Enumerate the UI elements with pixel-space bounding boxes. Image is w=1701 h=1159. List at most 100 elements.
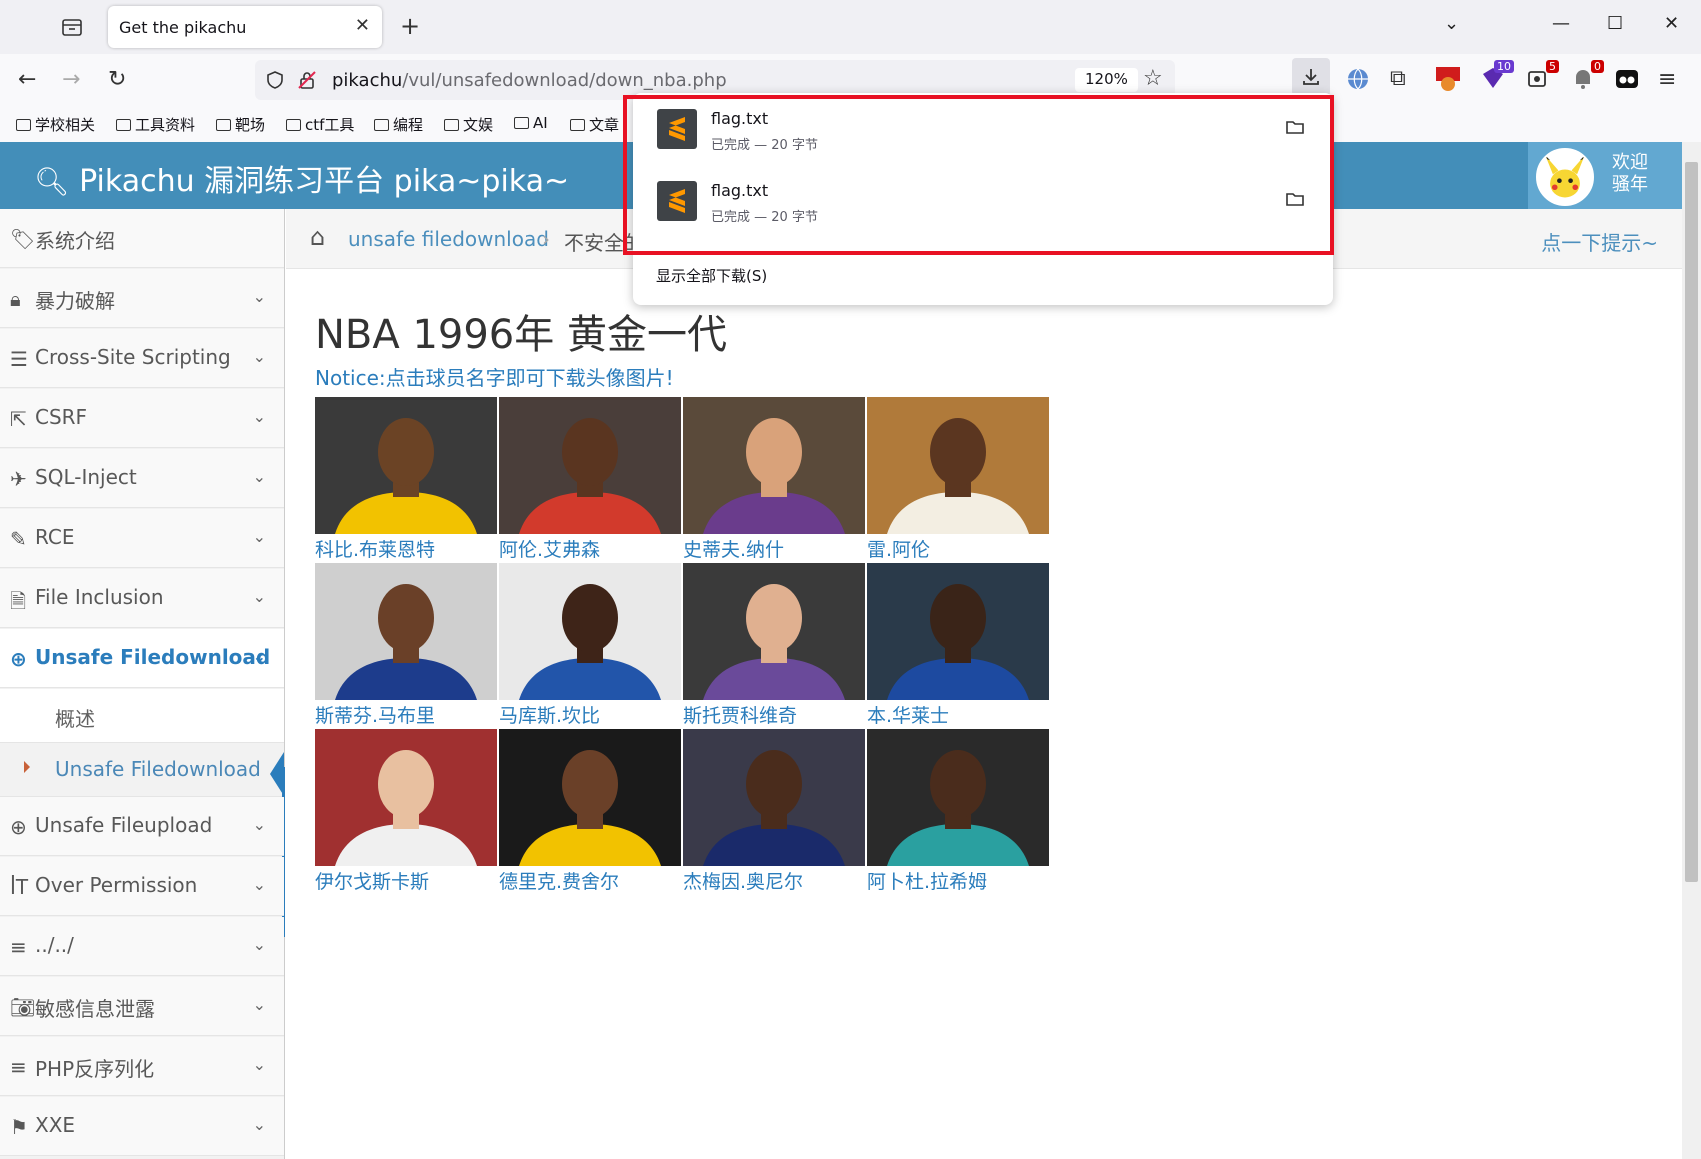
breadcrumb-link[interactable]: unsafe filedownload [348,227,549,251]
sidebar-item-csrf[interactable]: ⇱ CSRF ⌄ [0,389,284,448]
bookmark-folder[interactable]: 编程 [374,114,423,135]
maximize-icon[interactable]: ☐ [1607,14,1623,34]
sidebar-item-bruteforce[interactable]: 🔒︎ 暴力破解 ⌄ [0,269,284,328]
sidebar-item-label: Cross-Site Scripting [35,345,231,369]
avatar [1536,148,1594,206]
chevron-down-icon: ⌄ [252,407,266,426]
player-name-link[interactable]: 伊尔戈斯卡斯 [315,867,429,894]
player-name-link[interactable]: 斯蒂芬.马布里 [315,701,435,728]
bookmark-folder[interactable]: 文章 [570,114,619,135]
scrollbar-thumb[interactable] [1685,162,1698,882]
player-name-link[interactable]: 雷.阿伦 [867,535,930,562]
sidebar-item-file-inclusion[interactable]: 🗎 File Inclusion ⌄ [0,569,284,628]
show-all-downloads-button[interactable]: 显示全部下载(S) [656,265,767,286]
folder-icon [16,119,31,131]
close-window-icon[interactable]: ✕ [1664,14,1679,34]
camera-icon: 📷︎ [10,995,36,1019]
sidebar-item-path-traversal[interactable]: ≡ ../../ ⌄ [0,917,284,976]
caret-right-icon [24,761,30,773]
player-photo [683,397,865,534]
player-name-link[interactable]: 史蒂夫.纳什 [683,535,784,562]
player-photo [499,397,681,534]
page-scrollbar[interactable] [1682,142,1701,1159]
sidebar-item-sqli[interactable]: ✈ SQL-Inject ⌄ [0,449,284,508]
user-menu[interactable]: 欢迎 骚年 [1528,142,1682,209]
reload-icon[interactable]: ↻ [108,67,126,93]
chevron-down-icon: ⌄ [252,1115,266,1134]
sidebar-item-xss[interactable]: ☰ Cross-Site Scripting ⌄ [0,329,284,388]
player-name-link[interactable]: 斯托贾科维奇 [683,701,797,728]
player-photo [867,397,1049,534]
player-name-link[interactable]: 马库斯.坎比 [499,701,600,728]
forward-icon[interactable]: → [62,67,80,93]
sidebar-item-label: 系统介绍 [35,229,115,253]
minimize-icon[interactable]: — [1552,14,1570,34]
zoom-indicator[interactable]: 120% [1075,68,1138,92]
file-icon: 🗎 [10,589,27,613]
home-icon[interactable]: ⌂ [310,223,325,251]
notification-extension-icon[interactable]: 0 [1570,60,1604,92]
bookmark-folder[interactable]: 学校相关 [16,114,95,135]
sidebar-item-over-permission[interactable]: ꟾT Over Permission ⌄ [0,857,284,916]
url-host: pikachu [332,70,403,91]
chevron-down-icon: ⌄ [252,347,266,366]
bookmark-folder[interactable]: AI [514,114,548,132]
sidebar-item-unsafe-fileupload[interactable]: ⊕ Unsafe Fileupload ⌄ [0,797,284,856]
player-photo [683,563,865,700]
sidebar-item-info-leak[interactable]: 📷︎ 敏感信息泄露 ⌄ [0,977,284,1036]
list-all-tabs-icon[interactable]: ⌄ [1444,14,1459,34]
menu-icon[interactable]: ≡ [1658,67,1676,93]
sidebar-subitem-unsafe-filedownload[interactable]: Unsafe Filedownload [0,743,284,797]
bookmark-label: 文章 [589,116,620,134]
sidebar-subitem-overview[interactable]: 概述 [0,689,284,743]
sidebar-item-label: Over Permission [35,873,198,897]
sidebar-item-label: File Inclusion [35,585,164,609]
sidebar-item-label: XXE [35,1113,76,1137]
player-name-link[interactable]: 科比.布莱恩特 [315,535,435,562]
bookmark-folder[interactable]: 靶场 [216,114,265,135]
player-name-link[interactable]: 阿卜杜.拉希姆 [867,867,987,894]
sidebar-item-intro[interactable]: 🏷︎ 系统介绍 [0,209,284,268]
player-photo [315,397,497,534]
player-name-link[interactable]: 杰梅因.奥尼尔 [683,867,803,894]
new-tab-icon[interactable]: + [400,14,420,38]
welcome-text: 欢迎 骚年 [1612,152,1648,195]
active-tab[interactable]: Get the pikachu ✕ [108,6,382,48]
sidebar-item-php-unserialize[interactable]: ≡ PHP反序列化 ⌄ [0,1037,284,1096]
bookmark-folder[interactable]: ctf工具 [286,114,354,135]
player-name-link[interactable]: 阿伦.艾弗森 [499,535,600,562]
align-left-icon: ≡ [10,935,27,959]
tab-close-icon[interactable]: ✕ [355,17,370,35]
folder-icon [374,119,389,131]
downloads-button[interactable] [1292,58,1330,96]
site-brand[interactable]: 🔍︎ Pikachu 漏洞练习平台 pika~pika~ [34,156,569,200]
burp-extension-icon[interactable] [1435,66,1461,92]
bookmark-label: 学校相关 [35,116,96,134]
sidebar-item-label: ../../ [35,933,74,957]
sidebar-item-label: PHP反序列化 [35,1057,155,1081]
player-name-link[interactable]: 本.华莱士 [867,701,949,728]
globe-extension-icon[interactable] [1345,66,1371,92]
purple-extension-icon[interactable]: 10 [1480,60,1514,92]
glasses-extension-icon[interactable] [1614,66,1640,92]
player-card: 本.华莱士 [867,563,1052,729]
tab-list-icon[interactable] [60,16,84,38]
bookmark-folder[interactable]: 工具资料 [116,114,195,135]
hint-link[interactable]: 点一下提示~ [1541,227,1658,256]
sidebar-item-rce[interactable]: ✎ RCE ⌄ [0,509,284,568]
bookmark-star-icon[interactable]: ☆ [1143,66,1163,91]
sidebar-item-unsafe-filedownload[interactable]: ⊕ Unsafe Filedownload ⌄ [0,629,284,688]
insecure-lock-icon[interactable] [297,70,317,90]
sidebar-item-xxe[interactable]: ⚑ XXE ⌄ [0,1097,284,1156]
extensions-puzzle-icon[interactable]: ⧉ [1390,66,1416,92]
url-text[interactable]: pikachu/vul/unsafedownload/down_nba.php [332,70,727,91]
page-title: NBA 1996年 黄金一代 [315,312,727,358]
shield-icon[interactable] [265,70,285,90]
bell-extension-icon[interactable]: 5 [1525,60,1559,92]
bookmark-folder[interactable]: 文娱 [444,114,493,135]
player-card: 史蒂夫.纳什 [683,397,868,563]
folder-icon [286,119,301,131]
back-icon[interactable]: ← [18,67,36,93]
active-arrow [270,752,284,796]
player-name-link[interactable]: 德里克.费舍尔 [499,867,619,894]
